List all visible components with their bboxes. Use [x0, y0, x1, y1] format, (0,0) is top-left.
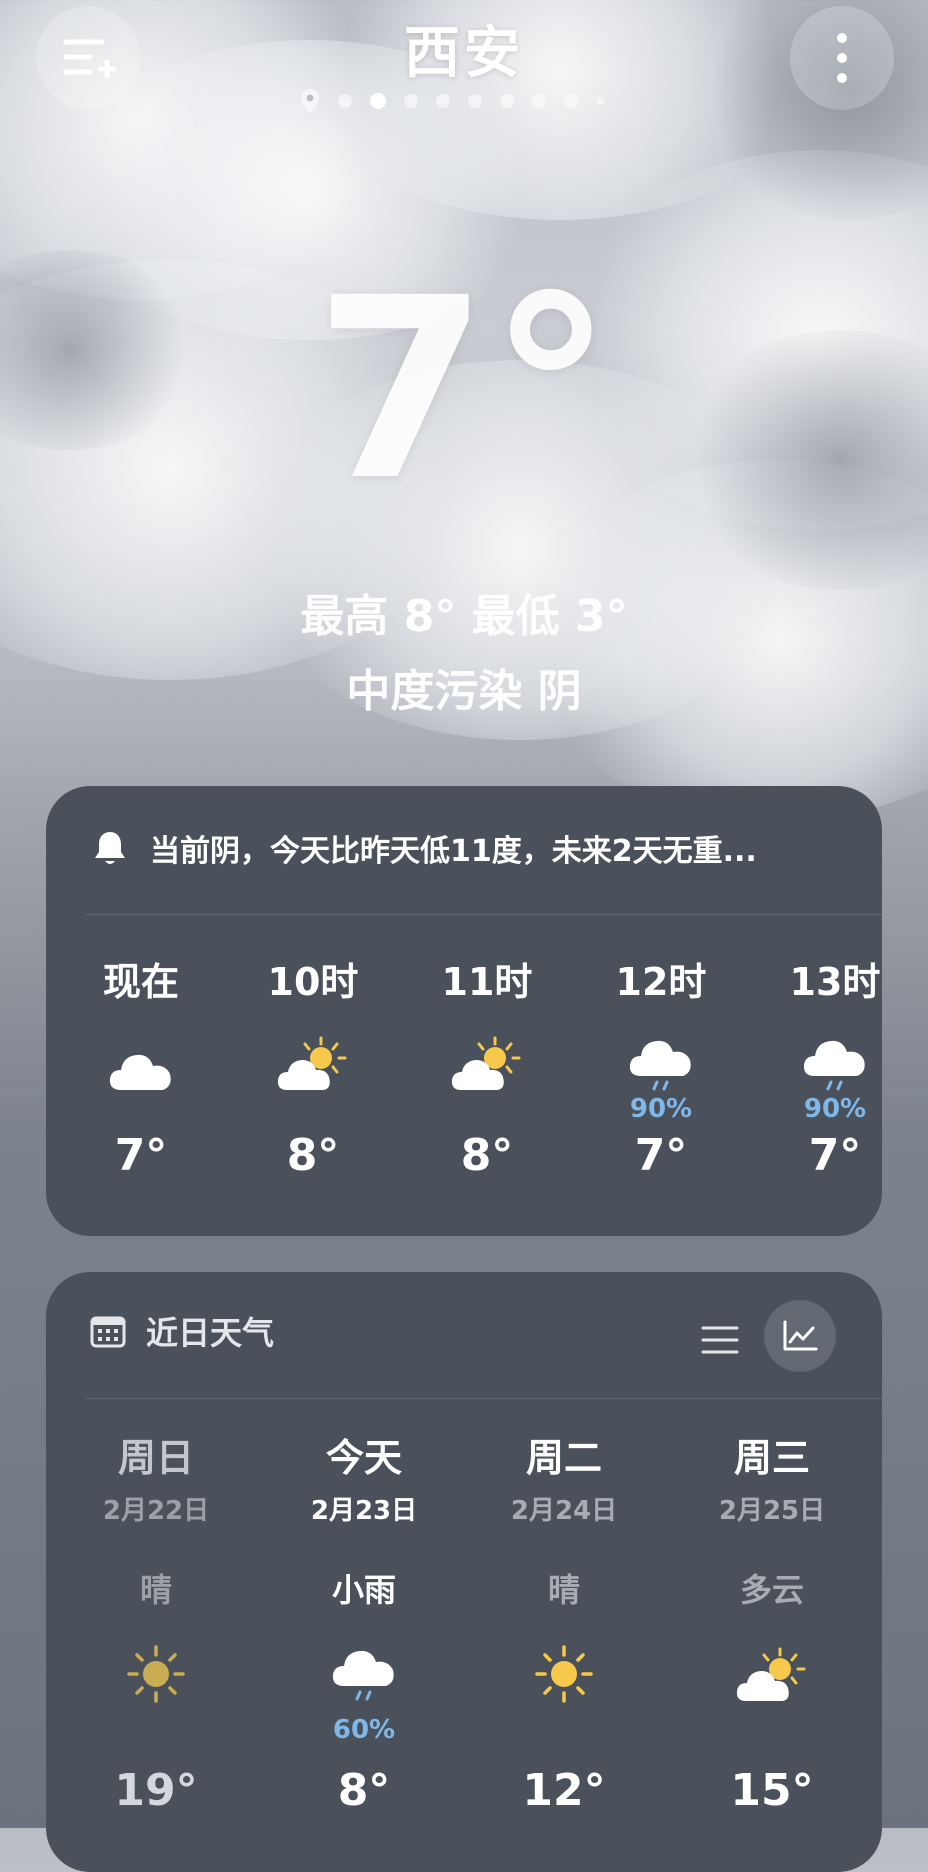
- day-temperature: 15°: [730, 1765, 814, 1816]
- divider: [86, 1398, 882, 1399]
- day-weather: 晴: [547, 1571, 580, 1609]
- more-options-button[interactable]: [790, 6, 894, 110]
- precip-chance: [238, 1092, 388, 1126]
- daily-forecast-title: 近日天气: [146, 1314, 275, 1352]
- page-dot: [500, 94, 514, 108]
- air-quality-and-condition[interactable]: 中度污染 阴: [0, 655, 928, 719]
- day-temperature: 19°: [114, 1765, 198, 1816]
- more-vertical-icon: [837, 33, 847, 83]
- hour-item: 11时 8°: [412, 956, 562, 1181]
- day-date: 2月25日: [718, 1496, 826, 1526]
- day-item[interactable]: 周二 2月24日 晴 12°: [474, 1432, 654, 1816]
- day-weather: 小雨: [331, 1571, 396, 1609]
- hour-item: 13时 90% 7°: [760, 956, 910, 1181]
- bell-icon: [95, 832, 125, 864]
- list-icon: [701, 1326, 739, 1354]
- sun-icon: [66, 1635, 246, 1713]
- day-item[interactable]: 周日 2月22日 晴 19°: [66, 1432, 246, 1816]
- hour-item: 12时 90% 7°: [586, 956, 736, 1181]
- daily-forecast-header: 近日天气: [90, 1308, 274, 1354]
- calendar-icon: [90, 1316, 126, 1348]
- precip-chance: [66, 1092, 216, 1126]
- rain-cloud-icon: [586, 1022, 736, 1092]
- page-dot: [436, 94, 450, 108]
- precip-chance: [412, 1092, 562, 1126]
- day-date: 2月23日: [310, 1496, 418, 1526]
- current-temperature: 7°: [314, 244, 614, 535]
- hour-item: 现在 7°: [66, 956, 216, 1181]
- daily-forecast-card: 近日天气 周日 2月22日 晴 19° 今天 2月23日 小雨 60% 8° 周…: [46, 1272, 882, 1872]
- page-dot: [564, 94, 578, 108]
- sun-icon: [474, 1635, 654, 1713]
- hour-temperature: 7°: [114, 1130, 168, 1181]
- rain-cloud-icon: [274, 1635, 454, 1713]
- day-weather: 晴: [139, 1571, 172, 1609]
- hour-label: 13时: [789, 960, 881, 1004]
- day-temperature: 8°: [337, 1765, 391, 1816]
- cloud-icon: [66, 1022, 216, 1092]
- day-name: 今天: [325, 1436, 402, 1480]
- day-name: 周三: [733, 1436, 810, 1480]
- day-temperature: 12°: [522, 1765, 606, 1816]
- partly-sunny-icon: [412, 1022, 562, 1092]
- day-date: 2月24日: [510, 1496, 618, 1526]
- hour-temperature: 8°: [286, 1130, 340, 1181]
- hour-label: 12时: [615, 960, 707, 1004]
- day-name: 周日: [117, 1436, 194, 1480]
- hour-item: 10时 8°: [238, 956, 388, 1181]
- page-dot-active: [370, 93, 386, 109]
- hourly-forecast-card: 当前阴，今天比昨天低11度，未来2天无重... 现在 7° 10时 8° 11时…: [46, 786, 882, 1236]
- chart-view-button[interactable]: [764, 1300, 836, 1372]
- page-dot: [468, 94, 482, 108]
- list-view-button[interactable]: [686, 1306, 754, 1374]
- hour-temperature: 7°: [634, 1130, 688, 1181]
- day-date: 2月22日: [102, 1496, 210, 1526]
- page-dot: [532, 94, 546, 108]
- day-name: 周二: [525, 1436, 602, 1480]
- partly-sunny-icon: [238, 1022, 388, 1092]
- alert-text: 当前阴，今天比昨天低11度，未来2天无重...: [150, 834, 757, 869]
- partly-sunny-icon: [682, 1635, 862, 1713]
- divider: [86, 914, 882, 915]
- line-chart-icon: [783, 1320, 818, 1351]
- location-pin-icon: [301, 89, 319, 113]
- city-name: 西安: [404, 21, 524, 86]
- precip-chance: 90%: [803, 1094, 867, 1124]
- day-item[interactable]: 周三 2月25日 多云 15°: [682, 1432, 862, 1816]
- precip-chance: 60%: [332, 1715, 396, 1745]
- day-weather: 多云: [739, 1571, 804, 1609]
- page-dot: [404, 94, 418, 108]
- hour-label: 11时: [441, 960, 533, 1004]
- hour-label: 现在: [102, 960, 179, 1004]
- city-page-indicator[interactable]: [300, 88, 604, 114]
- precip-chance: [474, 1713, 654, 1747]
- precip-chance: [682, 1713, 862, 1747]
- hour-temperature: 8°: [460, 1130, 514, 1181]
- page-dot: [338, 94, 352, 108]
- precip-chance: [66, 1713, 246, 1747]
- hour-temperature: 7°: [808, 1130, 862, 1181]
- high-low-temperature: 最高 8° 最低 3°: [300, 591, 628, 642]
- hour-label: 10时: [267, 960, 359, 1004]
- rain-cloud-icon: [760, 1022, 910, 1092]
- weather-alert[interactable]: 当前阴，今天比昨天低11度，未来2天无重...: [92, 826, 852, 870]
- page-dot: [596, 97, 604, 105]
- precip-chance: 90%: [629, 1094, 693, 1124]
- day-item[interactable]: 今天 2月23日 小雨 60% 8°: [274, 1432, 454, 1816]
